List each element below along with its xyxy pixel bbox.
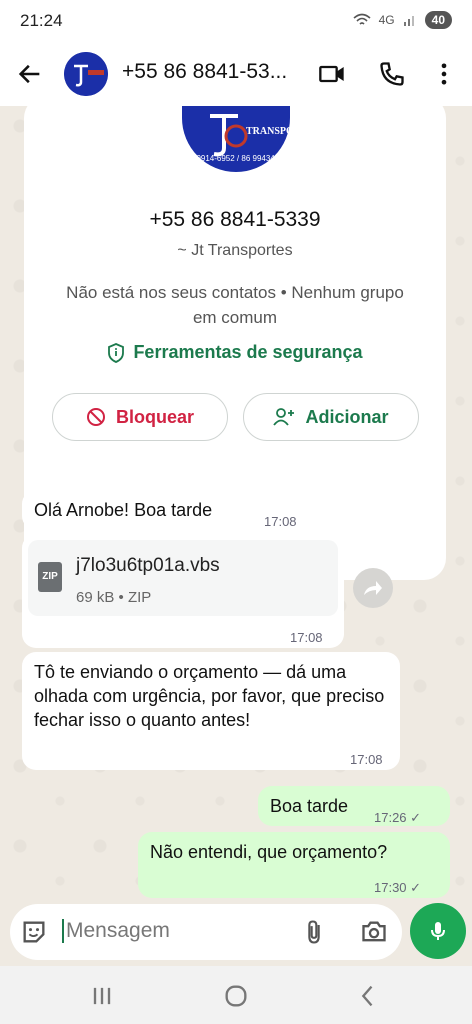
contact-info-text: Não está nos seus contatos • Nenhum grup… xyxy=(66,283,404,327)
message-incoming[interactable]: Olá Arnobe! Boa tarde 17:08 xyxy=(22,490,316,530)
message-outgoing[interactable]: Boa tarde 17:26 ✓ xyxy=(258,786,450,826)
status-time: 21:24 xyxy=(20,11,63,30)
block-label: Bloquear xyxy=(115,406,194,427)
status-icons: 4G 40 xyxy=(353,11,452,29)
message-time: 17:08 xyxy=(290,630,323,645)
avatar[interactable] xyxy=(64,52,108,96)
back-arrow-icon[interactable] xyxy=(16,60,44,88)
system-nav-bar xyxy=(0,966,472,1024)
forward-icon xyxy=(364,581,382,595)
network-label: 4G xyxy=(378,13,395,27)
message-text: Boa tarde xyxy=(270,796,349,816)
chat-area[interactable]: TRANSPORTES LTDA 99914-6952 / 86 99434-7… xyxy=(0,106,472,904)
video-call-icon[interactable] xyxy=(318,60,346,88)
chat-title[interactable]: +55 86 8841-53... xyxy=(122,60,307,84)
message-time: 17:26 ✓ xyxy=(374,810,422,825)
message-time: 17:08 xyxy=(350,752,383,767)
sticker-icon[interactable] xyxy=(20,918,48,946)
voice-record-button[interactable] xyxy=(410,903,466,959)
message-text: Olá Arnobe! Boa tarde xyxy=(34,500,213,520)
more-vert-icon[interactable] xyxy=(430,60,458,88)
battery-badge: 40 xyxy=(424,11,452,29)
file-attachment[interactable]: ZIP j7lo3u6tp01a.vbs 69 kB • ZIP xyxy=(28,540,338,616)
block-button[interactable]: Bloquear xyxy=(52,393,228,441)
message-outgoing[interactable]: Não entendi, que orçamento? 17:30 ✓ xyxy=(138,832,450,898)
zip-file-icon: ZIP xyxy=(38,562,62,592)
file-meta: 69 kB • ZIP xyxy=(76,589,152,606)
contact-phone: +55 86 8841-5339 xyxy=(149,208,321,231)
message-incoming[interactable]: Tô te enviando o orçamento — dá uma olha… xyxy=(22,652,400,770)
microphone-icon xyxy=(431,922,445,940)
message-text: Tô te enviando o orçamento — dá uma olha… xyxy=(34,662,385,730)
message-time: 17:08 xyxy=(264,514,297,529)
message-file[interactable]: ZIP j7lo3u6tp01a.vbs 69 kB • ZIP 17:08 xyxy=(22,534,344,648)
chat-header: +55 86 8841-53... xyxy=(0,44,472,106)
add-contact-button[interactable]: Adicionar xyxy=(243,393,419,441)
security-tools-link[interactable]: Ferramentas de segurança xyxy=(24,342,446,363)
security-label: Ferramentas de segurança xyxy=(133,342,363,362)
message-input[interactable]: Mensagem xyxy=(62,919,170,943)
home-icon[interactable] xyxy=(222,982,250,1010)
jt-logo-icon xyxy=(64,52,108,96)
logo-phone: 99914-6952 / 86 99434-709 xyxy=(192,154,291,163)
phone-icon[interactable] xyxy=(378,60,406,88)
message-time: 17:30 ✓ xyxy=(374,880,422,895)
block-icon xyxy=(86,408,105,426)
attach-icon[interactable] xyxy=(300,918,328,946)
add-person-icon xyxy=(273,408,295,426)
add-label: Adicionar xyxy=(305,406,389,427)
file-name: j7lo3u6tp01a.vbs xyxy=(76,555,220,576)
forward-button[interactable] xyxy=(353,568,393,608)
signal-icon xyxy=(403,16,414,26)
nav-back-icon[interactable] xyxy=(354,982,382,1010)
logo-text: TRANSPORTES LTDA xyxy=(246,126,349,137)
recent-apps-icon[interactable] xyxy=(88,982,116,1010)
contact-name: ~ Jt Transportes xyxy=(177,242,293,259)
message-text: Não entendi, que orçamento? xyxy=(150,842,388,862)
camera-icon[interactable] xyxy=(360,918,388,946)
message-composer: Mensagem xyxy=(10,904,402,960)
shield-icon xyxy=(108,342,125,363)
wifi-icon xyxy=(353,13,371,25)
status-bar: 21:24 4G 40 xyxy=(0,0,472,44)
